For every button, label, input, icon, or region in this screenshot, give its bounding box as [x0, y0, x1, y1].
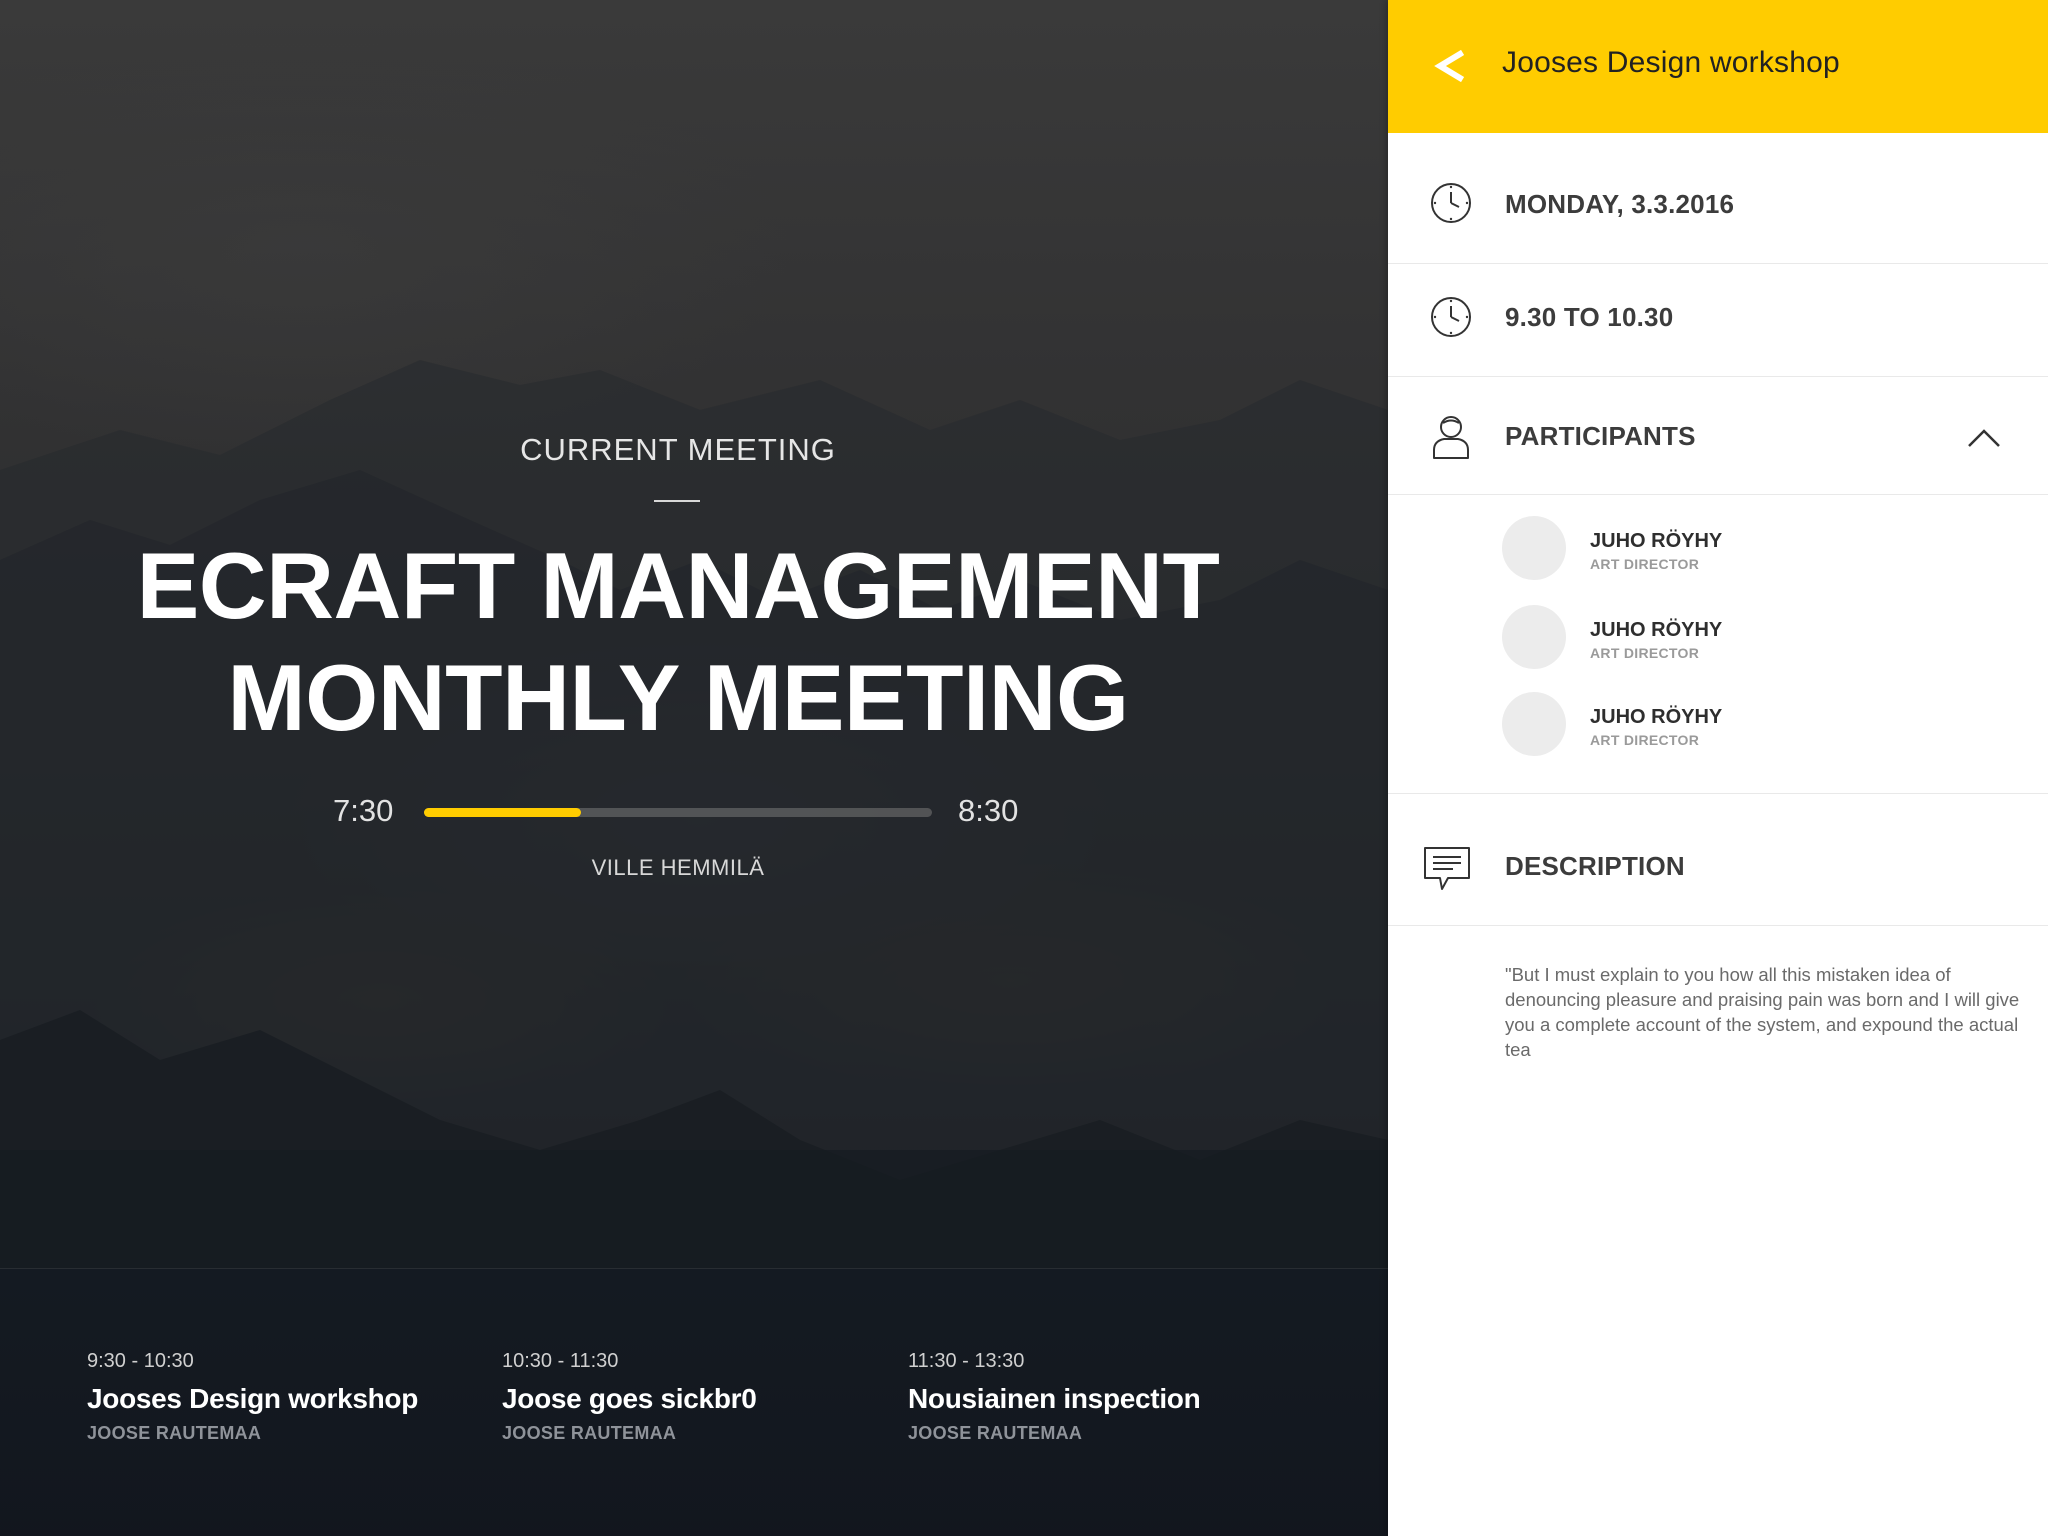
meeting-title-line-1: ECRAFT MANAGEMENT: [136, 533, 1220, 638]
meeting-details-panel: Jooses Design workshop MONDAY, 3.3.2016 …: [1388, 0, 2048, 1536]
meeting-title: ECRAFT MANAGEMENT MONTHLY MEETING: [0, 530, 1356, 754]
description-text: "But I must explain to you how all this …: [1505, 964, 2020, 1060]
meeting-end-time: 8:30: [958, 793, 1019, 828]
meeting-start-time: 7:30: [333, 793, 394, 828]
meeting-progress-bar: [424, 808, 932, 817]
avatar: [1502, 605, 1566, 669]
meeting-progress-fill: [424, 808, 582, 817]
upcoming-meeting-card[interactable]: 9:30 - 10:30 Jooses Design workshop JOOS…: [87, 1350, 418, 1444]
upcoming-time: 11:30 - 13:30: [908, 1350, 1025, 1372]
avatar: [1502, 516, 1566, 580]
chevron-left-icon[interactable]: [1430, 44, 1470, 88]
panel-header: Jooses Design workshop: [1388, 0, 2048, 133]
separator: [1388, 793, 2048, 794]
upcoming-title: Jooses Design workshop: [87, 1383, 419, 1414]
upcoming-divider: [0, 1268, 1388, 1269]
upcoming-time: 10:30 - 11:30: [502, 1350, 619, 1372]
participant-role: ART DIRECTOR: [1590, 645, 1700, 661]
upcoming-host: JOOSE RAUTEMAA: [908, 1423, 1083, 1443]
participants-label: PARTICIPANTS: [1505, 421, 1696, 451]
separator: [1388, 925, 2048, 926]
upcoming-host: JOOSE RAUTEMAA: [502, 1423, 677, 1443]
avatar: [1502, 692, 1566, 756]
separator: [1388, 494, 2048, 495]
participant-role: ART DIRECTOR: [1590, 732, 1700, 748]
upcoming-time: 9:30 - 10:30: [87, 1350, 194, 1372]
current-meeting-label: CURRENT MEETING: [520, 432, 836, 467]
clock-icon: [1431, 183, 1471, 223]
meeting-time-range: 9.30 TO 10.30: [1505, 302, 1674, 332]
speech-bubble-icon: [1424, 847, 1470, 890]
upcoming-meeting-card[interactable]: 11:30 - 13:30 Nousiainen inspection JOOS…: [908, 1350, 1201, 1444]
separator: [1388, 376, 2048, 377]
upcoming-meeting-card[interactable]: 10:30 - 11:30 Joose goes sickbr0 JOOSE R…: [502, 1350, 757, 1444]
upcoming-title: Joose goes sickbr0: [502, 1383, 757, 1414]
participant-role: ART DIRECTOR: [1590, 556, 1700, 572]
clock-icon: [1431, 297, 1471, 337]
separator: [1388, 263, 2048, 264]
panel-title: Jooses Design workshop: [1502, 46, 1840, 79]
meeting-date: MONDAY, 3.3.2016: [1505, 189, 1735, 219]
chevron-up-icon[interactable]: [1966, 426, 2002, 450]
divider: [654, 500, 700, 502]
participant-name: JUHO RÖYHY: [1590, 706, 1723, 728]
meeting-organizer: VILLE HEMMILÄ: [591, 855, 765, 880]
person-icon: [1433, 416, 1469, 459]
upcoming-host: JOOSE RAUTEMAA: [87, 1423, 262, 1443]
meeting-title-line-2: MONTHLY MEETING: [227, 645, 1129, 750]
description-label: DESCRIPTION: [1505, 851, 1685, 881]
participant-name: JUHO RÖYHY: [1590, 530, 1723, 552]
upcoming-title: Nousiainen inspection: [908, 1383, 1201, 1414]
participant-name: JUHO RÖYHY: [1590, 619, 1723, 641]
current-meeting-hero: CURRENT MEETING ECRAFT MANAGEMENT MONTHL…: [0, 0, 1388, 1536]
